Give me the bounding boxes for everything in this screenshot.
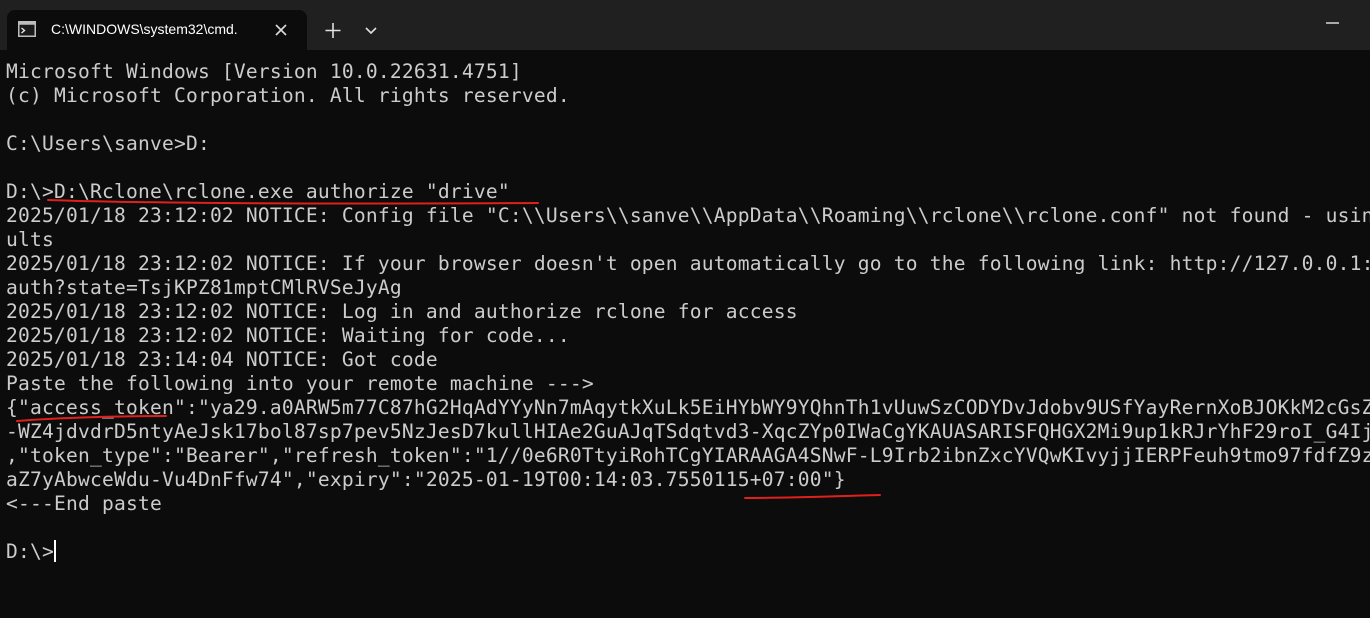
tab-title: C:\WINDOWS\system32\cmd. [51, 21, 238, 37]
text-cursor [54, 540, 56, 562]
terminal-line: Microsoft Windows [Version 10.0.22631.47… [6, 60, 522, 83]
terminal-line: aZ7yAbwceWdu-Vu4DnFfw74","expiry":"2025-… [6, 468, 846, 491]
terminal-line: {"access_token":"ya29.a0ARW5m77C87hG2HqA… [6, 396, 1370, 419]
terminal-line: D:\>D:\Rclone\rclone.exe authorize "driv… [6, 180, 510, 203]
terminal-line: 2025/01/18 23:12:02 NOTICE: If your brow… [6, 252, 1370, 275]
terminal-line: ults [6, 228, 54, 251]
terminal-icon [18, 21, 36, 37]
terminal-line: 2025/01/18 23:14:04 NOTICE: Got code [6, 348, 438, 371]
chevron-down-icon[interactable] [356, 16, 386, 46]
terminal-window: C:\WINDOWS\system32\cmd. Microsoft Windo… [0, 0, 1370, 618]
close-icon[interactable] [271, 20, 291, 40]
tab-cmd[interactable]: C:\WINDOWS\system32\cmd. [7, 10, 307, 50]
terminal-line: <---End paste [6, 492, 162, 515]
terminal-line: 2025/01/18 23:12:02 NOTICE: Log in and a… [6, 300, 798, 323]
terminal-line: Paste the following into your remote mac… [6, 372, 594, 395]
terminal-line: -WZ4jdvdrD5ntyAeJsk17bol87sp7pev5NzJesD7… [6, 420, 1370, 443]
terminal-line: auth?state=TsjKPZ81mptCMlRVSeJyAg [6, 276, 402, 299]
terminal-line: 2025/01/18 23:12:02 NOTICE: Config file … [6, 204, 1370, 227]
terminal-line: ,"token_type":"Bearer","refresh_token":"… [6, 444, 1370, 467]
terminal-prompt: D:\> [6, 540, 54, 563]
terminal-line: 2025/01/18 23:12:02 NOTICE: Waiting for … [6, 324, 570, 347]
terminal-output[interactable]: Microsoft Windows [Version 10.0.22631.47… [6, 60, 1370, 618]
plus-icon[interactable] [318, 16, 348, 46]
terminal-line: C:\Users\sanve>D: [6, 132, 210, 155]
minimize-icon[interactable] [1312, 6, 1352, 40]
title-bar: C:\WINDOWS\system32\cmd. [0, 0, 1370, 50]
terminal-line: (c) Microsoft Corporation. All rights re… [6, 84, 570, 107]
